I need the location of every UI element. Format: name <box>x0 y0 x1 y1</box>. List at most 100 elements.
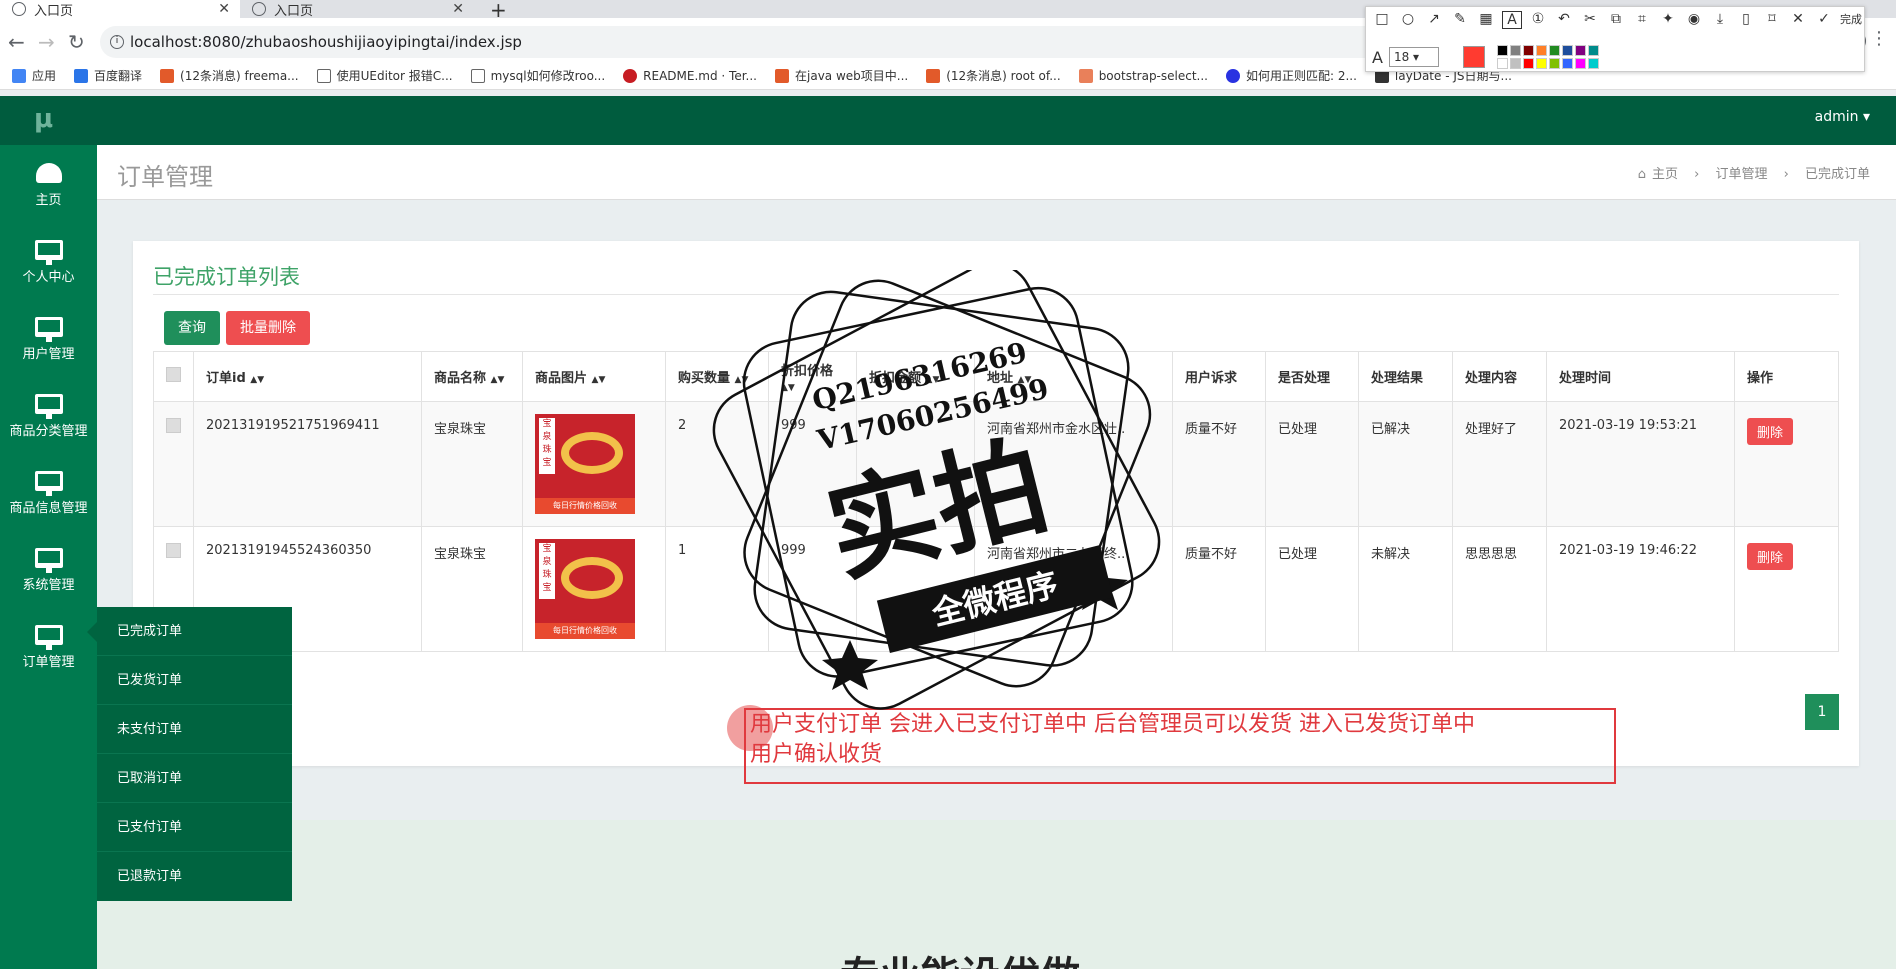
text-tool-icon[interactable]: A <box>1502 11 1522 29</box>
sidebar-item-home[interactable]: 主页 <box>0 153 97 230</box>
column-header[interactable]: 商品图片 ▲▼ <box>522 351 666 402</box>
back-arrow-icon[interactable]: ← <box>8 30 25 54</box>
color-swatch[interactable] <box>1574 45 1586 56</box>
color-swatch[interactable] <box>1509 45 1521 56</box>
delete-button[interactable]: 删除 <box>1747 418 1794 445</box>
color-swatch[interactable] <box>1535 45 1547 56</box>
phone-icon[interactable]: ▯ <box>1736 11 1756 29</box>
submenu-item-unpaid[interactable]: 未支付订单 <box>97 705 292 754</box>
pin-icon[interactable]: ✦ <box>1658 11 1678 29</box>
bookmark-icon[interactable]: ⌑ <box>1762 11 1782 29</box>
color-swatch[interactable] <box>1496 45 1508 56</box>
breadcrumb-home[interactable]: 主页 <box>1652 167 1678 182</box>
close-icon[interactable]: ✕ <box>1788 11 1808 29</box>
sort-icon: ▲▼ <box>250 375 265 385</box>
color-swatch[interactable] <box>1535 58 1547 69</box>
handled-cell: 已处理 <box>1265 526 1359 652</box>
close-icon[interactable]: ✕ <box>452 1 464 17</box>
bookmark-label: 使用UEditor 报错C... <box>336 69 453 83</box>
info-icon[interactable]: i <box>110 35 124 49</box>
column-header[interactable]: 订单id ▲▼ <box>193 351 422 402</box>
translate-icon <box>74 68 89 83</box>
sidebar-item-orders[interactable]: 订单管理 <box>0 615 97 692</box>
browser-tab-1[interactable]: 入口页 ✕ <box>0 0 240 19</box>
close-icon[interactable]: ✕ <box>218 1 230 17</box>
time-cell: 2021-03-19 19:53:21 <box>1546 401 1735 527</box>
bookmark-item[interactable]: 使用UEditor 报错C... <box>316 67 453 84</box>
crop-icon[interactable]: ⌗ <box>1632 11 1652 29</box>
admin-user-menu[interactable]: admin ▾ <box>1815 109 1870 125</box>
batch-delete-button[interactable]: 批量删除 <box>226 311 310 345</box>
delete-button[interactable]: 删除 <box>1747 543 1794 570</box>
bookmark-item[interactable]: 百度翻译 <box>74 67 142 84</box>
sidebar-item-label: 个人中心 <box>22 270 75 285</box>
number-tool-icon[interactable]: ① <box>1528 11 1548 29</box>
product-name-cell: 宝泉珠宝 <box>421 401 523 527</box>
record-icon[interactable]: ◉ <box>1684 11 1704 29</box>
color-swatch[interactable] <box>1548 45 1560 56</box>
color-swatch[interactable] <box>1587 58 1599 69</box>
color-swatch[interactable] <box>1509 58 1521 69</box>
csdn-icon <box>775 68 789 83</box>
submenu-item-cancelled[interactable]: 已取消订单 <box>97 754 292 803</box>
rectangle-tool-icon[interactable]: □ <box>1372 11 1392 29</box>
copy-icon[interactable]: ⧉ <box>1606 11 1626 29</box>
gitee-icon <box>623 68 638 83</box>
sidebar-item-label: 商品分类管理 <box>9 424 88 439</box>
scissors-icon[interactable]: ✂ <box>1580 11 1600 29</box>
color-swatch[interactable] <box>1496 58 1508 69</box>
font-size-select[interactable]: 18 ▾ <box>1388 47 1439 67</box>
product-tag: 宝泉珠宝 <box>539 418 555 474</box>
sidebar-item-categories[interactable]: 商品分类管理 <box>0 384 97 461</box>
bookmark-label: 如何用正则匹配: 2... <box>1245 69 1357 83</box>
color-swatch[interactable] <box>1561 58 1573 69</box>
color-swatch[interactable] <box>1587 45 1599 56</box>
bookmark-apps[interactable]: 应用 <box>12 67 56 84</box>
sidebar-item-profile[interactable]: 个人中心 <box>0 230 97 307</box>
row-checkbox[interactable] <box>166 543 181 558</box>
chevron-right-icon: › <box>1694 167 1700 182</box>
color-swatch[interactable] <box>1548 58 1560 69</box>
sidebar-item-system[interactable]: 系统管理 <box>0 538 97 615</box>
forward-arrow-icon[interactable]: → <box>38 30 55 54</box>
color-swatch[interactable] <box>1561 45 1573 56</box>
bookmark-item[interactable]: README.md · Ter... <box>623 68 757 83</box>
submenu-item-refunded[interactable]: 已退款订单 <box>97 852 292 901</box>
breadcrumb-section[interactable]: 订单管理 <box>1715 167 1767 182</box>
submenu-item-shipped[interactable]: 已发货订单 <box>97 656 292 705</box>
color-swatch[interactable] <box>1574 58 1586 69</box>
bookmark-item[interactable]: (12条消息) freema... <box>160 67 299 84</box>
bookmark-item[interactable]: 在java web项目中... <box>775 67 908 84</box>
reload-icon[interactable]: ↻ <box>68 30 85 54</box>
bookmark-item[interactable]: 如何用正则匹配: 2... <box>1225 67 1357 84</box>
bookmark-item[interactable]: bootstrap-select... <box>1078 68 1208 83</box>
select-all-checkbox[interactable] <box>166 367 181 382</box>
undo-icon[interactable]: ↶ <box>1554 11 1574 29</box>
pen-tool-icon[interactable]: ✎ <box>1450 11 1470 29</box>
done-check-icon[interactable]: ✓ <box>1814 11 1834 29</box>
arrow-tool-icon[interactable]: ↗ <box>1424 11 1444 29</box>
sidebar-item-products[interactable]: 商品信息管理 <box>0 461 97 538</box>
header-label: 处理结果 <box>1371 371 1424 386</box>
color-swatch[interactable] <box>1522 45 1534 56</box>
pagination-page-button[interactable]: 1 <box>1805 694 1839 730</box>
bookmark-item[interactable]: (12条消息) root of... <box>926 67 1061 84</box>
query-button[interactable]: 查询 <box>164 311 220 345</box>
submenu-item-completed[interactable]: 已完成订单 <box>97 607 292 656</box>
active-color-swatch[interactable] <box>1462 46 1485 68</box>
ellipse-tool-icon[interactable]: ○ <box>1398 11 1418 29</box>
column-header[interactable]: 购买数量 ▲▼ <box>665 351 769 402</box>
done-label[interactable]: 完成 <box>1840 11 1862 29</box>
mosaic-tool-icon[interactable]: ▦ <box>1476 11 1496 29</box>
column-header[interactable]: 商品名称 ▲▼ <box>421 351 523 402</box>
submenu-item-paid[interactable]: 已支付订单 <box>97 803 292 852</box>
quantity-cell: 2 <box>665 401 769 527</box>
row-checkbox[interactable] <box>166 418 181 433</box>
color-swatch[interactable] <box>1522 58 1534 69</box>
download-icon[interactable]: ⤓ <box>1710 11 1730 29</box>
sidebar-item-users[interactable]: 用户管理 <box>0 307 97 384</box>
menu-dots-icon[interactable]: ⋮ <box>1870 28 1888 49</box>
bottom-heading: 专业能设优做 <box>840 944 1080 969</box>
browser-tab-2[interactable]: 入口页 ✕ <box>240 0 474 19</box>
bookmark-item[interactable]: mysql如何修改roo... <box>470 67 605 84</box>
